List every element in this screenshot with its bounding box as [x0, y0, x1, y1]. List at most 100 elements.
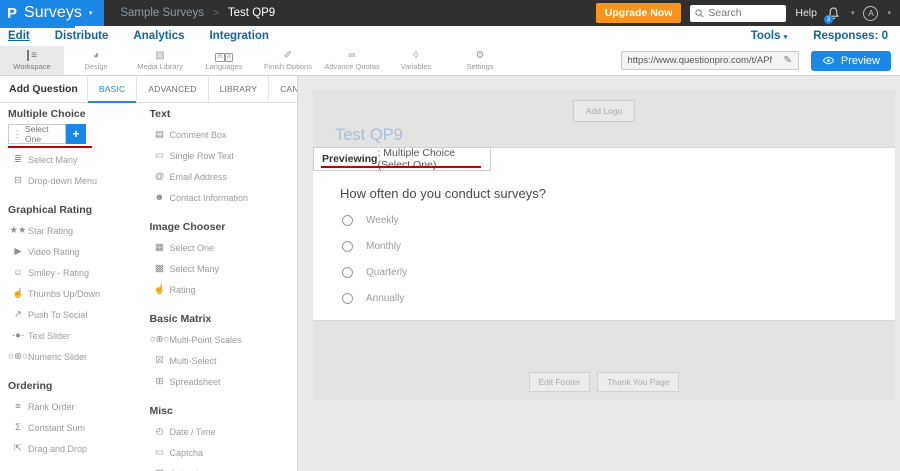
question-type-image-select-many[interactable]: ▩ Select Many: [150, 258, 297, 279]
thank-you-page-button[interactable]: Thank You Page: [597, 372, 679, 392]
search-input[interactable]: [708, 7, 780, 19]
tab-canvas[interactable]: CANVAS: [268, 76, 298, 102]
edit-url-pencil-icon[interactable]: ✎: [777, 55, 797, 66]
question-type-multi-point-scales[interactable]: ○⊕○ Multi-Point Scales: [150, 329, 297, 350]
question-type-select-many[interactable]: ≣ Select Many: [8, 149, 150, 170]
question-type-image-rating[interactable]: ☝ Rating: [150, 279, 297, 300]
sigma-icon: Σ: [8, 422, 28, 433]
tool-finish-options[interactable]: ✐ Finish Options: [256, 46, 320, 75]
question-type-select-one[interactable]: ⋮ Select One +: [8, 124, 150, 148]
add-select-one-button[interactable]: +: [66, 124, 86, 144]
section-image-chooser: Image Chooser ▦ Select One ▩ Select Many…: [150, 220, 297, 300]
section-heading: Basic Matrix: [150, 312, 297, 326]
tab-basic[interactable]: BASIC: [87, 76, 137, 102]
question-text[interactable]: How often do you conduct surveys?: [340, 186, 546, 201]
question-type-thumbs-up-down[interactable]: ☝ Thumbs Up/Down: [8, 283, 150, 304]
help-link[interactable]: Help: [795, 7, 817, 19]
workspace-icon: ≡: [27, 50, 37, 61]
surveys-menu-label: Surveys: [24, 4, 82, 22]
tool-workspace[interactable]: ≡ Workspace: [0, 46, 64, 75]
nav-edit[interactable]: Edit: [8, 30, 30, 42]
checkbox-list-icon: ≣: [8, 154, 28, 165]
tool-design[interactable]: ◕ Design: [64, 46, 128, 75]
chevron-down-icon: ▾: [89, 9, 93, 17]
question-type-multi-select[interactable]: ☒ Multi-Select: [150, 350, 297, 371]
images-icon: ▩: [150, 263, 170, 274]
question-type-contact-information[interactable]: ☻ Contact Information: [150, 187, 297, 208]
card-footer-buttons: Edit Footer Thank You Page: [313, 372, 895, 392]
section-ordering: Ordering ≡ Rank Order Σ Constant Sum ⇱ D…: [8, 379, 150, 459]
question-type-captcha[interactable]: ▭ Captcha: [150, 442, 297, 463]
chevron-down-icon: ▾: [851, 9, 855, 17]
radio-button-icon[interactable]: [342, 267, 353, 278]
question-type-single-row-text[interactable]: ▭ Single Row Text: [150, 145, 297, 166]
breadcrumb-parent[interactable]: Sample Surveys: [120, 7, 204, 19]
question-type-video-rating[interactable]: ▶ Video Rating: [8, 241, 150, 262]
option-quarterly[interactable]: Quarterly: [342, 265, 407, 280]
question-type-text-slider[interactable]: -●- Text Slider: [8, 325, 150, 346]
question-type-calendar[interactable]: ▦ Calendar: [150, 463, 297, 471]
answer-options: Weekly Monthly Quarterly Annually: [342, 213, 407, 306]
add-logo-button[interactable]: Add Logo: [573, 100, 635, 122]
nav-analytics[interactable]: Analytics: [133, 30, 184, 42]
notifications-button[interactable]: 3: [826, 5, 842, 22]
nav-distribute[interactable]: Distribute: [55, 30, 109, 42]
option-weekly[interactable]: Weekly: [342, 213, 407, 228]
tools-menu[interactable]: Tools ▾: [751, 30, 788, 42]
panel-header: Add Question BASIC ADVANCED LIBRARY CANV…: [0, 76, 297, 103]
comment-box-icon: ▤: [150, 129, 170, 140]
option-annually[interactable]: Annually: [342, 291, 407, 306]
survey-card: Add Logo Test QP9 Previewing : Multiple …: [313, 90, 895, 400]
question-type-smiley-rating[interactable]: ☺ Smiley - Rating: [8, 262, 150, 283]
previewing-label: Previewing : Multiple Choice (Select One…: [313, 147, 491, 171]
tab-library[interactable]: LIBRARY: [208, 76, 269, 102]
option-monthly[interactable]: Monthly: [342, 239, 407, 254]
video-icon: ▶: [8, 246, 28, 257]
radio-button-icon[interactable]: [342, 241, 353, 252]
survey-url-input[interactable]: [622, 55, 777, 66]
question-type-date-time[interactable]: ◴ Date / Time: [150, 421, 297, 442]
preview-button[interactable]: Preview: [811, 51, 891, 71]
multi-select-icon: ☒: [150, 355, 170, 366]
account-avatar[interactable]: A: [863, 6, 878, 21]
panel-column-1: Multiple Choice ⋮ Select One + ≣ Select …: [8, 107, 150, 471]
section-basic-matrix: Basic Matrix ○⊕○ Multi-Point Scales ☒ Mu…: [150, 312, 297, 392]
tool-languages[interactable]: ЖA Languages: [192, 46, 256, 75]
gear-icon: ⚙: [476, 50, 485, 61]
question-type-star-rating[interactable]: ★★ Star Rating: [8, 220, 150, 241]
upgrade-now-button[interactable]: Upgrade Now: [596, 3, 682, 23]
breadcrumb-current: Test QP9: [228, 7, 275, 19]
tab-advanced[interactable]: ADVANCED: [136, 76, 207, 102]
responses-link[interactable]: Responses: 0: [813, 30, 888, 42]
search-box[interactable]: [690, 5, 786, 22]
question-type-drag-and-drop[interactable]: ⇱ Drag and Drop: [8, 438, 150, 459]
tool-media-library[interactable]: ▧ Media Library: [128, 46, 192, 75]
active-type-underline: [8, 146, 92, 148]
question-type-image-select-one[interactable]: ▦ Select One: [150, 237, 297, 258]
chevron-down-icon: ▾: [887, 9, 891, 17]
tool-variables[interactable]: ◊ Variables: [384, 46, 448, 75]
slider-icon: -●-: [8, 330, 28, 341]
radio-button-icon[interactable]: [342, 293, 353, 304]
radio-button-icon[interactable]: [342, 215, 353, 226]
topbar-right: Upgrade Now Help 3 ▾ A ▾: [596, 3, 900, 23]
question-type-push-to-social[interactable]: ↗ Push To Social: [8, 304, 150, 325]
tool-advance-quotas[interactable]: ∞ Advance Quotas: [320, 46, 384, 75]
question-type-comment-box[interactable]: ▤ Comment Box: [150, 124, 297, 145]
search-icon: [695, 9, 704, 18]
question-type-numeric-slider[interactable]: ○⊕○ Numeric Slider: [8, 346, 150, 367]
eye-icon: [822, 56, 835, 65]
question-type-email-address[interactable]: @ Email Address: [150, 166, 297, 187]
question-type-dropdown-menu[interactable]: ⊟ Drop-down Menu: [8, 170, 150, 191]
stars-icon: ★★: [8, 225, 28, 236]
surveys-menu[interactable]: P Surveys ▾: [0, 0, 104, 26]
grid-icon: ⊞: [150, 376, 170, 387]
drag-cursor-icon: ⇱: [8, 443, 28, 454]
question-type-constant-sum[interactable]: Σ Constant Sum: [8, 417, 150, 438]
section-misc: Misc ◴ Date / Time ▭ Captcha ▦ Calendar: [150, 404, 297, 471]
tool-settings[interactable]: ⚙ Settings: [448, 46, 512, 75]
nav-integration[interactable]: Integration: [210, 30, 269, 42]
edit-footer-button[interactable]: Edit Footer: [529, 372, 591, 392]
question-type-spreadsheet[interactable]: ⊞ Spreadsheet: [150, 371, 297, 392]
question-type-rank-order[interactable]: ≡ Rank Order: [8, 396, 150, 417]
